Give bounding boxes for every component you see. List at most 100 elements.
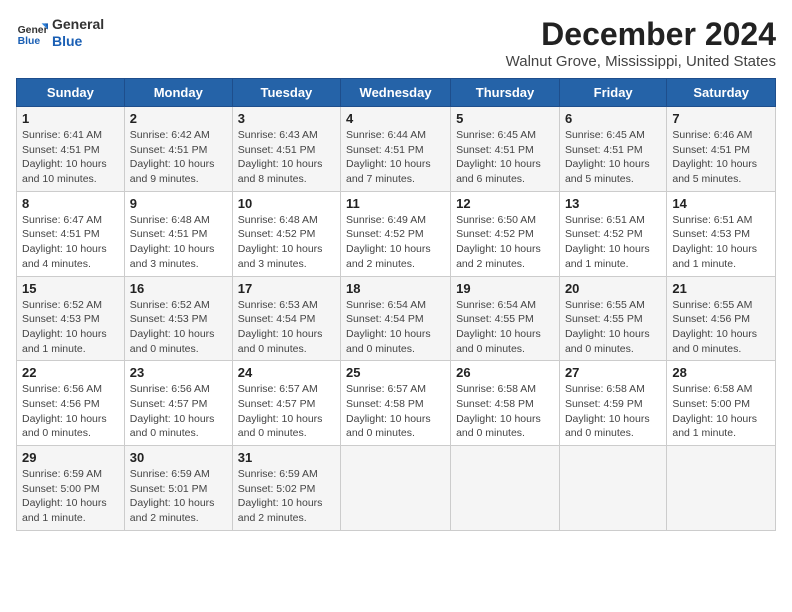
day-info: Sunrise: 6:52 AM Sunset: 4:53 PM Dayligh… xyxy=(22,298,119,357)
weekday-header-thursday: Thursday xyxy=(451,79,560,107)
day-info: Sunrise: 6:51 AM Sunset: 4:52 PM Dayligh… xyxy=(565,213,661,272)
calendar-week-row: 8 Sunrise: 6:47 AM Sunset: 4:51 PM Daylig… xyxy=(17,191,776,276)
day-info: Sunrise: 6:44 AM Sunset: 4:51 PM Dayligh… xyxy=(346,128,445,187)
day-number: 6 xyxy=(565,111,661,126)
calendar-cell: 8 Sunrise: 6:47 AM Sunset: 4:51 PM Daylig… xyxy=(17,191,125,276)
calendar-cell xyxy=(341,446,451,531)
calendar-cell: 30 Sunrise: 6:59 AM Sunset: 5:01 PM Dayli… xyxy=(124,446,232,531)
day-info: Sunrise: 6:56 AM Sunset: 4:57 PM Dayligh… xyxy=(130,382,227,441)
calendar-week-row: 29 Sunrise: 6:59 AM Sunset: 5:00 PM Dayli… xyxy=(17,446,776,531)
day-info: Sunrise: 6:45 AM Sunset: 4:51 PM Dayligh… xyxy=(565,128,661,187)
page-title: December 2024 xyxy=(506,16,776,53)
day-number: 13 xyxy=(565,196,661,211)
day-info: Sunrise: 6:47 AM Sunset: 4:51 PM Dayligh… xyxy=(22,213,119,272)
calendar-cell: 22 Sunrise: 6:56 AM Sunset: 4:56 PM Dayli… xyxy=(17,361,125,446)
day-info: Sunrise: 6:53 AM Sunset: 4:54 PM Dayligh… xyxy=(238,298,335,357)
day-info: Sunrise: 6:52 AM Sunset: 4:53 PM Dayligh… xyxy=(130,298,227,357)
day-number: 14 xyxy=(672,196,770,211)
weekday-header-wednesday: Wednesday xyxy=(341,79,451,107)
day-number: 31 xyxy=(238,450,335,465)
calendar-cell: 20 Sunrise: 6:55 AM Sunset: 4:55 PM Dayli… xyxy=(559,276,666,361)
day-info: Sunrise: 6:43 AM Sunset: 4:51 PM Dayligh… xyxy=(238,128,335,187)
calendar-cell: 15 Sunrise: 6:52 AM Sunset: 4:53 PM Dayli… xyxy=(17,276,125,361)
calendar-cell: 23 Sunrise: 6:56 AM Sunset: 4:57 PM Dayli… xyxy=(124,361,232,446)
calendar-cell: 4Sunrise: 6:44 AM Sunset: 4:51 PM Daylig… xyxy=(341,107,451,192)
calendar-cell: 21 Sunrise: 6:55 AM Sunset: 4:56 PM Dayli… xyxy=(667,276,776,361)
calendar-cell: 10Sunrise: 6:48 AM Sunset: 4:52 PM Dayli… xyxy=(232,191,340,276)
calendar-cell: 27Sunrise: 6:58 AM Sunset: 4:59 PM Dayli… xyxy=(559,361,666,446)
day-info: Sunrise: 6:54 AM Sunset: 4:55 PM Dayligh… xyxy=(456,298,554,357)
day-number: 8 xyxy=(22,196,119,211)
day-info: Sunrise: 6:48 AM Sunset: 4:52 PM Dayligh… xyxy=(238,213,335,272)
calendar-cell: 26Sunrise: 6:58 AM Sunset: 4:58 PM Dayli… xyxy=(451,361,560,446)
day-number: 20 xyxy=(565,281,661,296)
day-number: 30 xyxy=(130,450,227,465)
day-number: 16 xyxy=(130,281,227,296)
weekday-header-sunday: Sunday xyxy=(17,79,125,107)
day-info: Sunrise: 6:59 AM Sunset: 5:00 PM Dayligh… xyxy=(22,467,119,526)
calendar-cell: 6 Sunrise: 6:45 AM Sunset: 4:51 PM Daylig… xyxy=(559,107,666,192)
day-number: 21 xyxy=(672,281,770,296)
calendar-cell: 24 Sunrise: 6:57 AM Sunset: 4:57 PM Dayli… xyxy=(232,361,340,446)
calendar-week-row: 1Sunrise: 6:41 AM Sunset: 4:51 PM Daylig… xyxy=(17,107,776,192)
calendar-cell: 11Sunrise: 6:49 AM Sunset: 4:52 PM Dayli… xyxy=(341,191,451,276)
day-number: 23 xyxy=(130,365,227,380)
day-info: Sunrise: 6:46 AM Sunset: 4:51 PM Dayligh… xyxy=(672,128,770,187)
day-number: 3 xyxy=(238,111,335,126)
weekday-header-saturday: Saturday xyxy=(667,79,776,107)
day-number: 25 xyxy=(346,365,445,380)
day-info: Sunrise: 6:55 AM Sunset: 4:56 PM Dayligh… xyxy=(672,298,770,357)
calendar-week-row: 22 Sunrise: 6:56 AM Sunset: 4:56 PM Dayli… xyxy=(17,361,776,446)
calendar-week-row: 15 Sunrise: 6:52 AM Sunset: 4:53 PM Dayli… xyxy=(17,276,776,361)
calendar-table: SundayMondayTuesdayWednesdayThursdayFrid… xyxy=(16,78,776,531)
day-info: Sunrise: 6:45 AM Sunset: 4:51 PM Dayligh… xyxy=(456,128,554,187)
weekday-header-tuesday: Tuesday xyxy=(232,79,340,107)
day-info: Sunrise: 6:48 AM Sunset: 4:51 PM Dayligh… xyxy=(130,213,227,272)
day-info: Sunrise: 6:58 AM Sunset: 5:00 PM Dayligh… xyxy=(672,382,770,441)
day-number: 28 xyxy=(672,365,770,380)
calendar-cell: 19Sunrise: 6:54 AM Sunset: 4:55 PM Dayli… xyxy=(451,276,560,361)
calendar-cell: 1Sunrise: 6:41 AM Sunset: 4:51 PM Daylig… xyxy=(17,107,125,192)
calendar-cell: 17Sunrise: 6:53 AM Sunset: 4:54 PM Dayli… xyxy=(232,276,340,361)
day-number: 18 xyxy=(346,281,445,296)
day-info: Sunrise: 6:50 AM Sunset: 4:52 PM Dayligh… xyxy=(456,213,554,272)
calendar-cell xyxy=(667,446,776,531)
day-number: 2 xyxy=(130,111,227,126)
day-number: 5 xyxy=(456,111,554,126)
day-number: 29 xyxy=(22,450,119,465)
day-number: 7 xyxy=(672,111,770,126)
weekday-header-friday: Friday xyxy=(559,79,666,107)
logo-text: General Blue xyxy=(52,16,104,50)
day-info: Sunrise: 6:58 AM Sunset: 4:58 PM Dayligh… xyxy=(456,382,554,441)
calendar-cell: 28 Sunrise: 6:58 AM Sunset: 5:00 PM Dayli… xyxy=(667,361,776,446)
calendar-cell: 31Sunrise: 6:59 AM Sunset: 5:02 PM Dayli… xyxy=(232,446,340,531)
calendar-cell: 3 Sunrise: 6:43 AM Sunset: 4:51 PM Daylig… xyxy=(232,107,340,192)
day-number: 22 xyxy=(22,365,119,380)
day-number: 15 xyxy=(22,281,119,296)
calendar-cell: 13 Sunrise: 6:51 AM Sunset: 4:52 PM Dayli… xyxy=(559,191,666,276)
weekday-header-monday: Monday xyxy=(124,79,232,107)
day-info: Sunrise: 6:56 AM Sunset: 4:56 PM Dayligh… xyxy=(22,382,119,441)
day-info: Sunrise: 6:42 AM Sunset: 4:51 PM Dayligh… xyxy=(130,128,227,187)
day-number: 9 xyxy=(130,196,227,211)
day-number: 12 xyxy=(456,196,554,211)
calendar-cell xyxy=(559,446,666,531)
page-subtitle: Walnut Grove, Mississippi, United States xyxy=(506,53,776,70)
day-info: Sunrise: 6:57 AM Sunset: 4:58 PM Dayligh… xyxy=(346,382,445,441)
calendar-cell: 16 Sunrise: 6:52 AM Sunset: 4:53 PM Dayli… xyxy=(124,276,232,361)
day-info: Sunrise: 6:55 AM Sunset: 4:55 PM Dayligh… xyxy=(565,298,661,357)
calendar-cell: 9 Sunrise: 6:48 AM Sunset: 4:51 PM Daylig… xyxy=(124,191,232,276)
calendar-cell: 14Sunrise: 6:51 AM Sunset: 4:53 PM Dayli… xyxy=(667,191,776,276)
page-header: General Blue General Blue December 2024 … xyxy=(16,16,776,70)
weekday-header-row: SundayMondayTuesdayWednesdayThursdayFrid… xyxy=(17,79,776,107)
day-number: 24 xyxy=(238,365,335,380)
svg-text:General: General xyxy=(18,25,48,36)
calendar-cell: 25 Sunrise: 6:57 AM Sunset: 4:58 PM Dayli… xyxy=(341,361,451,446)
svg-text:Blue: Blue xyxy=(18,36,41,47)
day-number: 27 xyxy=(565,365,661,380)
day-info: Sunrise: 6:59 AM Sunset: 5:01 PM Dayligh… xyxy=(130,467,227,526)
logo: General Blue General Blue xyxy=(16,16,104,50)
calendar-cell xyxy=(451,446,560,531)
calendar-cell: 7 Sunrise: 6:46 AM Sunset: 4:51 PM Daylig… xyxy=(667,107,776,192)
day-info: Sunrise: 6:57 AM Sunset: 4:57 PM Dayligh… xyxy=(238,382,335,441)
